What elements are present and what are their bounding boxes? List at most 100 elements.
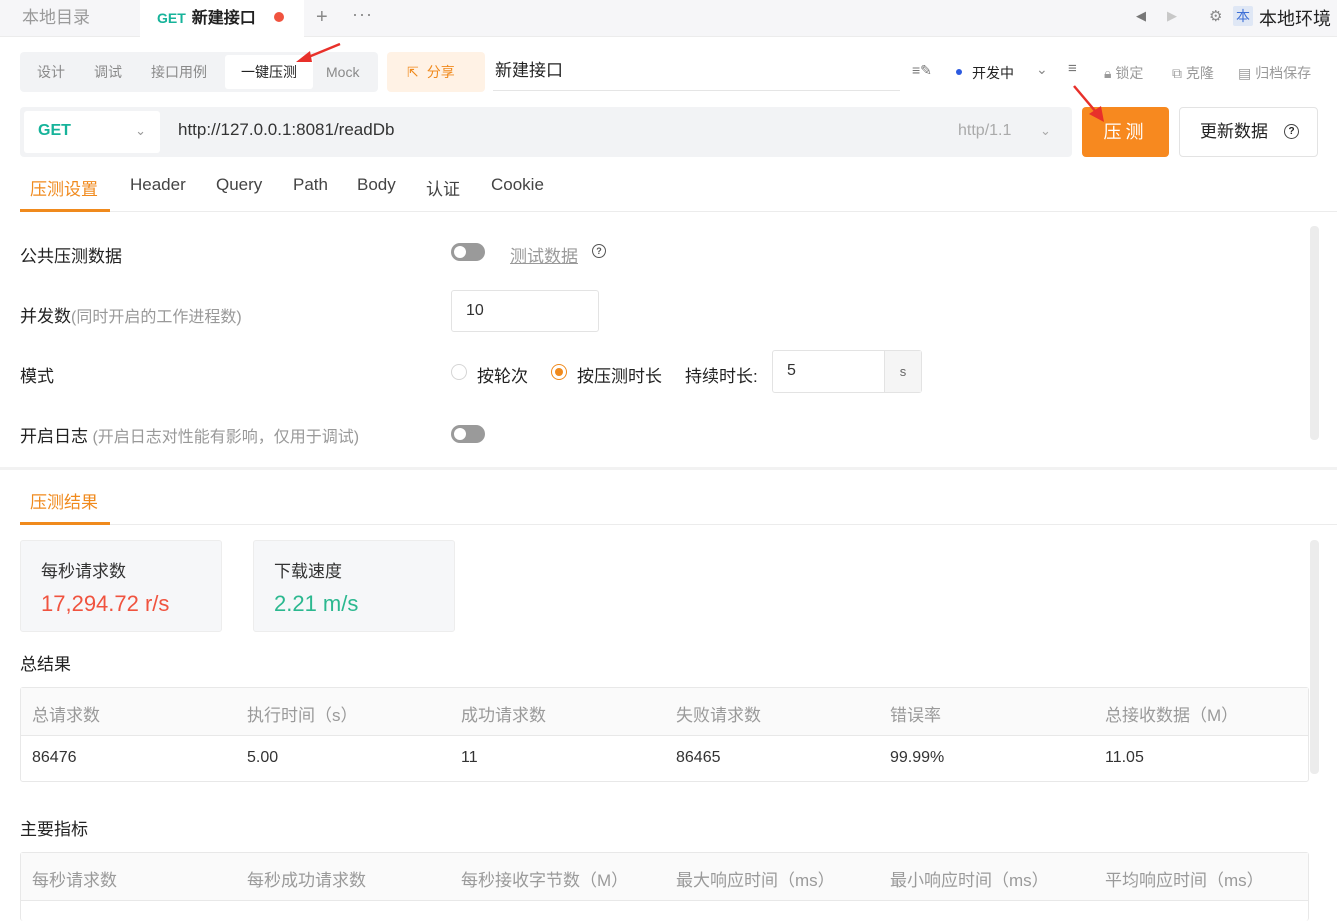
divider bbox=[20, 524, 1337, 525]
protocol-select[interactable]: http/1.1 bbox=[958, 122, 1011, 140]
concurrency-label-text: 并发数 bbox=[20, 307, 71, 326]
table-cell: 11 bbox=[461, 749, 478, 766]
rps-value: 17,294.72 r/s bbox=[41, 591, 170, 616]
scroll-left-icon[interactable]: ◀ bbox=[1136, 8, 1146, 24]
tab-design[interactable]: 设计 bbox=[37, 52, 65, 92]
test-data-link[interactable]: 测试数据 bbox=[510, 242, 578, 267]
tab-new-api[interactable]: GET 新建接口 bbox=[140, 0, 304, 37]
column-header: 执行时间（s） bbox=[247, 706, 358, 725]
environment-selector[interactable]: 本地环境 bbox=[1259, 5, 1331, 31]
tab-path[interactable]: Path bbox=[293, 175, 328, 195]
enable-log-label-text: 开启日志 bbox=[20, 427, 88, 446]
download-speed-value: 2.21 m/s bbox=[274, 591, 359, 616]
column-header: 错误率 bbox=[890, 706, 941, 725]
tab-title: 新建接口 bbox=[191, 10, 256, 27]
column-header: 总接收数据（M） bbox=[1105, 706, 1239, 725]
archive-icon: ▤ bbox=[1238, 65, 1256, 81]
tab-local-directory[interactable]: 本地目录 bbox=[0, 0, 138, 36]
column-header: 总请求数 bbox=[32, 706, 100, 725]
clone-label: 克隆 bbox=[1185, 65, 1214, 81]
clone-icon: ⧉ bbox=[1172, 65, 1186, 81]
tab-method-label: GET bbox=[157, 10, 186, 26]
add-tab-button[interactable]: + bbox=[316, 6, 328, 29]
concurrency-label: 并发数(同时开启的工作进程数) bbox=[20, 302, 242, 327]
tab-query[interactable]: Query bbox=[216, 175, 262, 195]
duration-input[interactable]: 5 s bbox=[772, 350, 922, 393]
public-data-toggle[interactable] bbox=[451, 243, 485, 261]
edit-description-icon[interactable]: ≡✎ bbox=[912, 62, 932, 79]
table-cell: 86465 bbox=[676, 749, 721, 766]
method-value: GET bbox=[38, 122, 71, 139]
archive-save-button[interactable]: ▤ 归档保存 bbox=[1238, 63, 1311, 83]
more-tabs-icon[interactable]: ··· bbox=[352, 4, 373, 25]
concurrency-input[interactable]: 10 bbox=[451, 290, 599, 332]
annotation-arrow-icon bbox=[296, 42, 341, 62]
tab-results[interactable]: 压测结果 bbox=[30, 488, 98, 513]
outline-icon[interactable]: ≡ bbox=[1068, 60, 1077, 77]
method-select[interactable]: GET ⌄ bbox=[24, 111, 160, 153]
mode-by-round-label[interactable]: 按轮次 bbox=[477, 362, 528, 387]
duration-label: 持续时长: bbox=[685, 367, 758, 386]
lock-icon: 🔒︎ bbox=[1104, 65, 1116, 81]
help-icon[interactable]: ? bbox=[592, 244, 606, 258]
mode-label: 模式 bbox=[20, 367, 54, 386]
tab-auth[interactable]: 认证 bbox=[426, 175, 460, 200]
tab-cookie[interactable]: Cookie bbox=[491, 175, 544, 195]
environment-settings-icon[interactable]: ⚙ bbox=[1209, 7, 1222, 25]
rps-label: 每秒请求数 bbox=[41, 562, 126, 581]
lock-button[interactable]: 🔒︎ 锁定 bbox=[1104, 63, 1143, 83]
table-cell: 5.00 bbox=[247, 749, 279, 766]
share-button[interactable]: ⇱ 分享 bbox=[387, 52, 485, 92]
scroll-right-icon[interactable]: ▶ bbox=[1167, 8, 1177, 24]
column-header: 每秒请求数 bbox=[32, 871, 117, 890]
chevron-down-icon[interactable]: ⌄ bbox=[1036, 61, 1048, 78]
url-input[interactable] bbox=[178, 120, 938, 140]
tab-load-settings[interactable]: 压测设置 bbox=[30, 175, 98, 200]
active-tab-indicator bbox=[20, 209, 110, 212]
annotation-arrow-icon bbox=[1073, 85, 1104, 122]
mode-by-duration-radio[interactable] bbox=[551, 364, 567, 380]
chevron-down-icon[interactable]: ⌄ bbox=[1040, 123, 1051, 139]
column-header: 失败请求数 bbox=[676, 706, 761, 725]
mode-by-round-radio[interactable] bbox=[451, 364, 467, 380]
help-icon[interactable]: ? bbox=[1284, 124, 1299, 139]
enable-log-hint: (开启日志对性能有影响，仅用于调试) bbox=[88, 429, 360, 446]
clone-button[interactable]: ⧉ 克隆 bbox=[1172, 63, 1214, 83]
settings-scrollbar[interactable] bbox=[1310, 226, 1319, 440]
tab-test-cases[interactable]: 接口用例 bbox=[151, 52, 207, 92]
active-tab-indicator bbox=[20, 522, 110, 525]
chevron-down-icon: ⌄ bbox=[135, 123, 146, 138]
duration-unit: s bbox=[884, 351, 921, 392]
enable-log-label: 开启日志 (开启日志对性能有影响，仅用于调试) bbox=[20, 422, 359, 447]
duration-value: 5 bbox=[787, 362, 796, 379]
download-speed-label: 下载速度 bbox=[274, 562, 342, 581]
api-name-input[interactable] bbox=[493, 52, 900, 91]
share-label: 分享 bbox=[426, 64, 455, 80]
unsaved-dot-icon[interactable] bbox=[274, 12, 284, 22]
download-speed-card: 下载速度 2.21 m/s bbox=[253, 540, 455, 632]
metrics-table: 每秒请求数 每秒成功请求数 每秒接收字节数（M） 最大响应时间（ms） 最小响应… bbox=[20, 852, 1309, 921]
concurrency-hint: (同时开启的工作进程数) bbox=[71, 309, 242, 326]
public-data-label: 公共压测数据 bbox=[20, 247, 122, 266]
tab-header[interactable]: Header bbox=[130, 175, 186, 195]
tab-debug[interactable]: 调试 bbox=[94, 52, 122, 92]
environment-badge: 本 bbox=[1233, 6, 1253, 26]
results-scrollbar[interactable] bbox=[1310, 540, 1319, 774]
column-header: 平均响应时间（ms） bbox=[1105, 871, 1264, 890]
enable-log-toggle[interactable] bbox=[451, 425, 485, 443]
update-data-label: 更新数据 bbox=[1200, 122, 1268, 141]
update-data-button[interactable]: 更新数据? bbox=[1179, 107, 1318, 157]
column-header: 最小响应时间（ms） bbox=[890, 871, 1049, 890]
table-cell: 99.99% bbox=[890, 749, 945, 766]
lock-label: 锁定 bbox=[1115, 65, 1144, 81]
column-header: 最大响应时间（ms） bbox=[676, 871, 835, 890]
table-cell: 11.05 bbox=[1105, 749, 1144, 766]
archive-save-label: 归档保存 bbox=[1255, 65, 1312, 81]
table-cell: 86476 bbox=[32, 749, 77, 766]
status-selector[interactable]: 开发中 bbox=[972, 63, 1014, 83]
summary-title: 总结果 bbox=[20, 655, 71, 674]
section-divider bbox=[0, 467, 1337, 470]
tab-body[interactable]: Body bbox=[357, 175, 396, 195]
metrics-title: 主要指标 bbox=[20, 820, 88, 839]
mode-by-duration-label[interactable]: 按压测时长 bbox=[577, 362, 662, 387]
